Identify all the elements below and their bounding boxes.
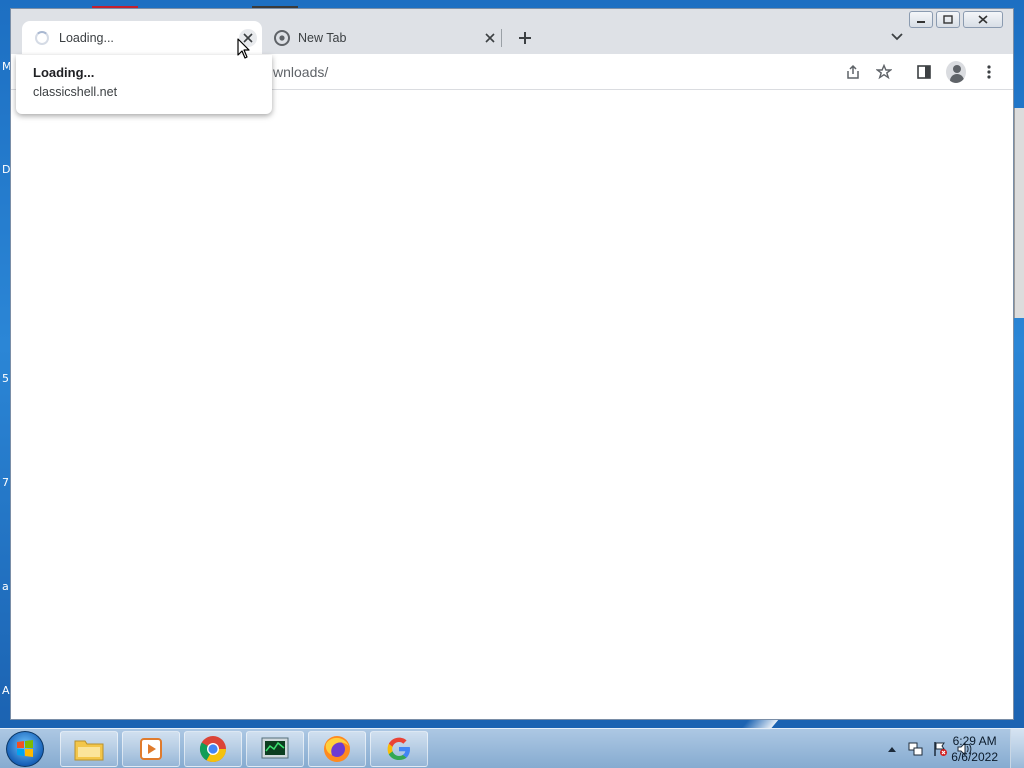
tab-separator	[501, 29, 502, 47]
tab-search-button[interactable]	[887, 27, 907, 47]
restore-icon	[943, 15, 953, 24]
tab-hover-card: Loading... classicshell.net	[16, 55, 272, 114]
taskbar-firefox[interactable]	[308, 731, 366, 767]
page-content	[11, 91, 1013, 719]
window-controls	[906, 11, 1003, 28]
tab-strip: Loading... New Tab	[11, 9, 1013, 54]
hover-card-domain: classicshell.net	[33, 85, 118, 99]
show-hidden-icons-button[interactable]	[884, 741, 900, 757]
share-button[interactable]	[843, 62, 863, 82]
media-player-icon	[140, 738, 162, 760]
taskbar-task-manager[interactable]	[246, 731, 304, 767]
close-icon	[978, 15, 988, 24]
side-panel-button[interactable]	[914, 62, 934, 82]
desktop-label-fragment: A	[2, 684, 10, 697]
chrome-icon	[274, 29, 290, 46]
taskbar-clock[interactable]: 6:29 AM 6/6/2022	[951, 733, 998, 765]
desktop-label-fragment: 5	[2, 372, 9, 385]
restore-button[interactable]	[936, 11, 960, 28]
tab-loading[interactable]: Loading...	[22, 21, 262, 54]
desktop-label-fragment: a	[2, 580, 9, 593]
avatar-icon	[946, 61, 966, 83]
tab-close-button[interactable]	[481, 29, 499, 47]
firefox-icon	[324, 736, 350, 762]
loading-spinner-icon	[35, 30, 49, 45]
minimize-icon	[917, 20, 925, 23]
mouse-cursor-icon	[237, 38, 250, 59]
tab-title: New Tab	[298, 30, 347, 45]
network-icon	[908, 742, 923, 756]
taskbar-file-explorer[interactable]	[60, 731, 118, 767]
task-manager-icon	[261, 737, 289, 759]
action-center-tray-button[interactable]	[932, 741, 948, 757]
background-window-scrollbar	[1014, 108, 1024, 318]
plus-icon	[519, 32, 531, 44]
window-close-button[interactable]	[963, 11, 1003, 28]
tab-title: Loading...	[59, 30, 114, 45]
folder-icon	[74, 740, 104, 761]
share-icon	[847, 64, 859, 79]
close-icon	[485, 32, 495, 43]
browser-window: Loading... New Tab wnloads/	[10, 8, 1014, 720]
clock-time: 6:29 AM	[952, 734, 997, 748]
menu-button[interactable]	[979, 62, 999, 82]
profile-button[interactable]	[946, 61, 966, 83]
hover-card-title: Loading...	[33, 65, 95, 80]
chevron-down-icon	[891, 33, 903, 41]
show-desktop-button[interactable]	[1010, 729, 1024, 768]
taskbar-media-player[interactable]	[122, 731, 180, 767]
clock-date: 6/6/2022	[951, 750, 998, 764]
google-icon	[387, 737, 410, 760]
chrome-icon	[199, 736, 227, 763]
desktop-label-fragment: 7	[2, 476, 9, 489]
minimize-button[interactable]	[909, 11, 933, 28]
start-button[interactable]	[6, 731, 44, 767]
star-icon	[876, 64, 892, 80]
tab-new-tab[interactable]: New Tab	[264, 21, 504, 54]
address-bar-text[interactable]: wnloads/	[273, 64, 328, 80]
kebab-menu-icon	[987, 65, 991, 79]
taskbar-google[interactable]	[370, 731, 428, 767]
flag-error-icon	[934, 742, 947, 756]
windows-logo-icon	[17, 740, 33, 757]
new-tab-button[interactable]	[513, 26, 537, 50]
network-tray-button[interactable]	[908, 741, 924, 757]
side-panel-icon	[917, 65, 931, 79]
bookmark-button[interactable]	[874, 62, 894, 82]
taskbar-chrome[interactable]	[184, 731, 242, 767]
taskbar: 6:29 AM 6/6/2022	[0, 728, 1024, 768]
chevron-up-icon	[888, 747, 896, 752]
